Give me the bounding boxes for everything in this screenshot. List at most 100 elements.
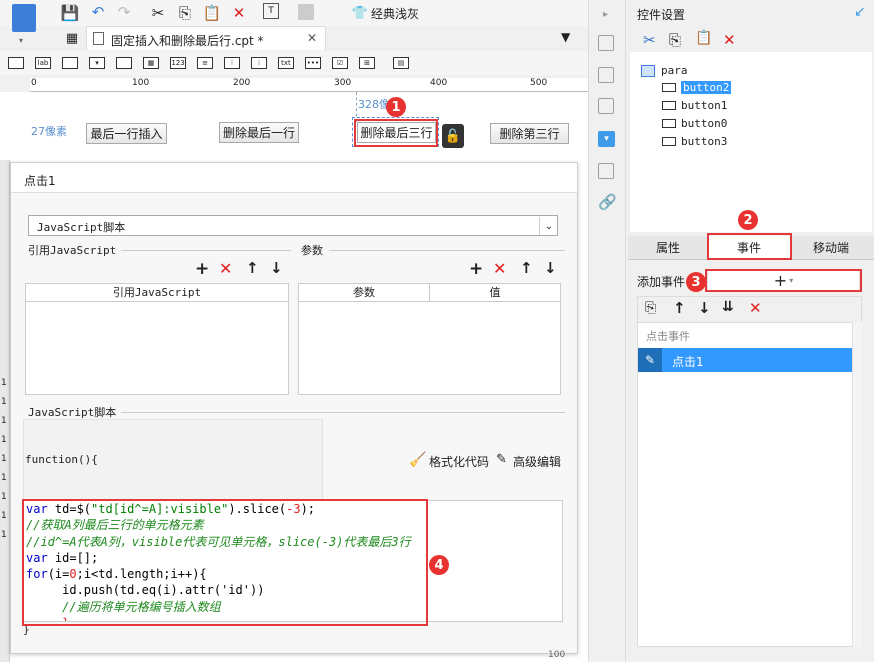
ref-js-col-header: 引用JavaScript [26, 284, 288, 302]
row-number: 1 [1, 492, 7, 502]
tree-root[interactable]: para [641, 62, 688, 79]
tree-item-label: button2 [681, 81, 732, 94]
widget-combo-icon[interactable]: ▾ [89, 57, 105, 69]
sidebar-list-icon[interactable] [598, 163, 614, 179]
script-divider [121, 412, 565, 413]
event-copy-icon[interactable]: ⎘ [645, 300, 656, 316]
app-logo-icon[interactable] [12, 4, 36, 32]
tab-mobile[interactable]: 移动端 [790, 236, 872, 260]
panel-paste-icon[interactable]: 📋 [695, 30, 712, 46]
marker-2-highlight [707, 233, 792, 260]
widget-number-icon[interactable]: 123 [170, 57, 186, 69]
tab-menu-icon[interactable]: ▼ [561, 30, 570, 44]
widget-label-icon[interactable]: lab [35, 57, 51, 69]
script-type-select[interactable]: JavaScript脚本 ⌄ [28, 215, 558, 236]
ref-up-icon[interactable]: ↑ [246, 259, 259, 277]
tree-item-button3[interactable]: button3 [662, 133, 727, 150]
dialog-title: 点击1 [24, 174, 56, 188]
tree-item-label: button0 [681, 117, 728, 130]
widget-file-icon[interactable]: txt [278, 57, 294, 69]
ref-js-table[interactable]: 引用JavaScript [25, 283, 289, 395]
script-heading: JavaScript脚本 [28, 406, 117, 419]
dropdown-chevron-icon[interactable]: ⌄ [539, 217, 558, 235]
row-number: 1 [1, 530, 7, 540]
ref-remove-icon[interactable]: ✕ [219, 259, 232, 278]
event-group-header: 点击事件 [646, 330, 690, 343]
app-menu-chevron-icon[interactable]: ▾ [19, 36, 23, 45]
param-down-icon[interactable]: ↓ [544, 259, 557, 277]
widget-more-icon[interactable]: ▤ [393, 57, 409, 69]
button-widget-icon [662, 83, 676, 92]
button-insert-last-row[interactable]: 最后一行插入 [86, 123, 167, 144]
param-remove-icon[interactable]: ✕ [493, 259, 506, 278]
expand-chevron-icon[interactable]: ▸ [603, 9, 608, 20]
format-code-button[interactable]: 格式化代码 [429, 453, 489, 470]
sidebar-data-icon[interactable] [598, 67, 614, 83]
grid-icon[interactable]: ▦ [62, 28, 82, 48]
collapse-arrow-icon[interactable]: ↙ [854, 4, 866, 20]
undo-icon[interactable]: ↶ [88, 2, 108, 22]
tab-properties[interactable]: 属性 [628, 236, 708, 260]
marker-3: 3 [686, 272, 706, 292]
widget-combotree-icon[interactable] [116, 57, 132, 69]
ref-add-icon[interactable]: + [195, 259, 209, 279]
edit-pencil-icon[interactable]: ✎ [638, 348, 662, 372]
lock-icon[interactable]: 🔓 [442, 124, 464, 148]
param-table[interactable]: 参数 值 [298, 283, 561, 395]
tree-item-button2[interactable]: button2 [662, 79, 732, 96]
value-col-header: 值 [430, 284, 560, 302]
event-move-bottom-icon[interactable]: ⇊ [722, 299, 734, 315]
marker-2: 2 [738, 210, 758, 230]
button-delete-last-row[interactable]: 删除最后一行 [219, 122, 299, 143]
status-zoom: 100 [548, 650, 566, 660]
cut-icon[interactable]: ✂ [148, 3, 168, 23]
widget-checkbox-icon[interactable]: ☑ [332, 57, 348, 69]
event-item-label: 点击1 [672, 355, 704, 369]
panel-cut-icon[interactable]: ✂ [643, 31, 656, 49]
event-up-icon[interactable]: ↑ [673, 299, 686, 317]
disabled-tool-icon [298, 4, 314, 20]
ruler-tick-100: 100 [132, 78, 150, 88]
template-icon[interactable]: T [263, 3, 279, 19]
paste-icon[interactable]: 📋 [202, 3, 222, 23]
advanced-edit-button[interactable]: 高级编辑 [513, 453, 561, 470]
param-add-icon[interactable]: + [469, 259, 483, 279]
event-list-scrollbar[interactable] [852, 322, 862, 647]
param-up-icon[interactable]: ↑ [520, 259, 533, 277]
document-tab-bar: ▦ 固定插入和删除最后行.cpt * ✕ ▼ [58, 26, 588, 50]
widget-password-icon[interactable]: ••• [305, 57, 321, 69]
widget-radiogroup-icon[interactable]: ⁝ [224, 57, 240, 69]
theme-label[interactable]: 经典浅灰 [371, 5, 419, 22]
document-tab[interactable]: 固定插入和删除最后行.cpt * ✕ [86, 26, 326, 50]
event-item[interactable]: ✎ 点击1 [638, 348, 852, 372]
ref-js-heading: 引用JavaScript [28, 244, 117, 257]
tree-item-button0[interactable]: button0 [662, 115, 727, 132]
advanced-edit-icon[interactable]: ✎ [496, 452, 507, 467]
format-code-icon[interactable]: 🧹 [409, 452, 426, 468]
sidebar-frame-icon[interactable] [598, 98, 614, 114]
sidebar-cell-icon[interactable] [598, 35, 614, 51]
marker-4: 4 [429, 555, 449, 575]
button-delete-third-row[interactable]: 删除第三行 [490, 123, 569, 144]
event-down-icon[interactable]: ↓ [698, 299, 711, 317]
widget-button-icon[interactable] [62, 57, 78, 69]
ref-down-icon[interactable]: ↓ [270, 259, 283, 277]
copy-icon[interactable]: ⎘ [175, 3, 195, 23]
widget-textarea-icon[interactable]: ≡ [197, 57, 213, 69]
tab-close-icon[interactable]: ✕ [307, 31, 317, 45]
widget-tree-icon[interactable]: ⊞ [359, 57, 375, 69]
widget-date-icon[interactable]: ▦ [143, 57, 159, 69]
redo-icon[interactable]: ↷ [114, 2, 134, 22]
delete-icon[interactable]: ✕ [229, 3, 249, 23]
theme-shirt-icon[interactable]: 👕 [350, 3, 370, 23]
tree-item-button1[interactable]: button1 [662, 97, 727, 114]
widget-textbox-icon[interactable] [8, 57, 24, 69]
widget-checkgroup-icon[interactable]: ⁝ [251, 57, 267, 69]
sidebar-link-icon[interactable]: 🔗 [598, 193, 617, 211]
panel-delete-icon[interactable]: ✕ [723, 31, 736, 49]
save-icon[interactable]: 💾 [60, 3, 80, 23]
sidebar-widget-icon[interactable]: ▾ [598, 131, 615, 147]
panel-copy-icon[interactable]: ⎘ [669, 31, 681, 49]
row-number: 1 [1, 454, 7, 464]
event-delete-icon[interactable]: ✕ [749, 299, 762, 317]
